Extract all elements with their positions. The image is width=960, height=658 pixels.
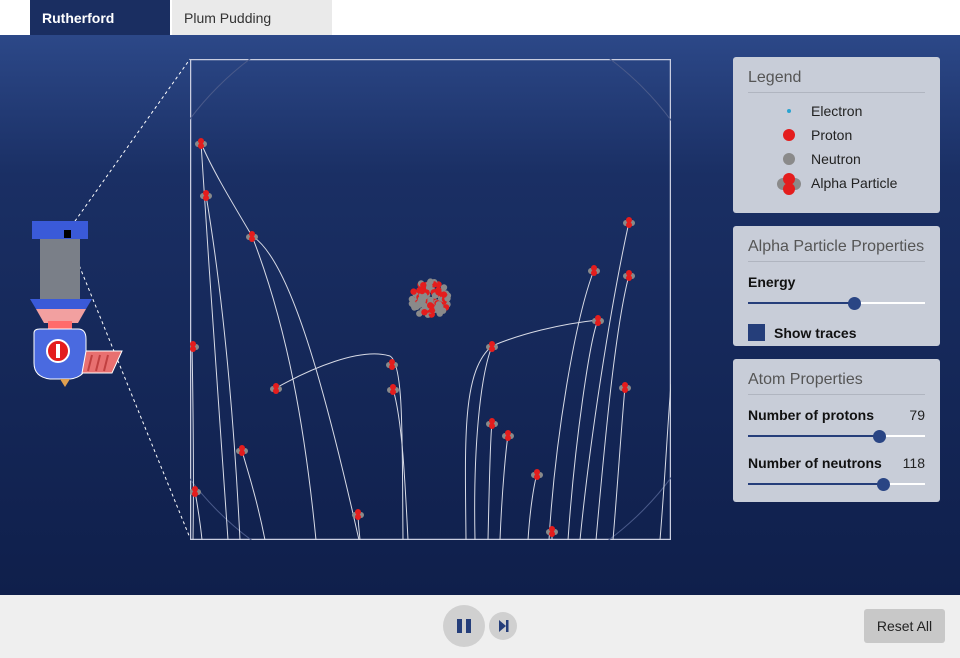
alpha-traces xyxy=(191,142,671,540)
alpha-particle-gun[interactable] xyxy=(30,221,125,396)
tab-plum-pudding-atom[interactable]: Plum Pudding Atom+ xyxy=(172,0,332,62)
protons-slider[interactable] xyxy=(748,429,925,443)
tab-bar: Rutherford Atom− Plum Pudding Atom+ xyxy=(0,0,960,62)
pause-button[interactable] xyxy=(443,605,485,647)
show-traces-checkbox[interactable] xyxy=(748,324,765,341)
neutron-icon xyxy=(783,153,795,165)
protons-row: Number of protons 79 xyxy=(748,407,925,427)
legend-item-alpha-particle: Alpha Particle xyxy=(748,171,925,195)
neutrons-slider[interactable] xyxy=(748,477,925,491)
simulation-area: Legend Electron Proton Neutron Alpha Par… xyxy=(0,35,960,595)
energy-slider[interactable] xyxy=(748,296,925,310)
nucleon xyxy=(418,287,426,295)
step-forward-icon xyxy=(499,620,509,632)
atom-properties-title: Atom Properties xyxy=(748,371,925,395)
electron-icon xyxy=(787,109,791,113)
legend-label: Proton xyxy=(811,127,853,143)
show-traces-label: Show traces xyxy=(774,325,857,341)
nucleon xyxy=(411,304,418,311)
slider-fill xyxy=(748,435,879,437)
alpha-particle xyxy=(190,341,199,352)
proton-icon xyxy=(783,129,795,141)
neutrons-label: Number of neutrons xyxy=(748,455,882,471)
neutrons-row: Number of neutrons 118 xyxy=(748,455,925,475)
alpha-particle xyxy=(387,384,399,395)
slider-fill xyxy=(748,483,883,485)
nucleon xyxy=(421,309,428,316)
alpha-particle xyxy=(623,270,635,281)
alpha-particle-properties-panel: Alpha Particle Properties Energy Show tr… xyxy=(733,226,940,346)
nucleon xyxy=(410,288,417,295)
nucleon xyxy=(440,291,448,298)
control-bar: Reset All xyxy=(0,595,960,658)
alpha-particle xyxy=(200,190,212,201)
alpha-particle xyxy=(486,418,498,429)
nucleon xyxy=(440,284,448,291)
alpha-particle xyxy=(623,217,635,228)
energy-slider-thumb[interactable] xyxy=(848,297,862,310)
nucleon xyxy=(427,302,434,309)
pause-icon xyxy=(457,619,471,633)
atom-properties-panel: Atom Properties Number of protons 79 Num… xyxy=(733,359,940,502)
tab-rutherford-atom[interactable]: Rutherford Atom− xyxy=(30,0,170,62)
alpha-particle xyxy=(236,445,248,456)
legend-label: Neutron xyxy=(811,151,861,167)
legend-label: Electron xyxy=(811,103,863,119)
protons-value: 79 xyxy=(909,407,925,423)
alpha-particle xyxy=(502,430,514,441)
legend-item-proton: Proton xyxy=(748,123,925,147)
alpha-particle xyxy=(270,383,282,394)
alpha-particle xyxy=(588,265,600,276)
alpha-particles xyxy=(190,138,635,537)
energy-label: Energy xyxy=(748,274,796,290)
neutrons-value: 118 xyxy=(902,455,925,471)
alpha-particle xyxy=(190,486,201,497)
neutrons-slider-thumb[interactable] xyxy=(876,478,890,491)
alpha-particle xyxy=(246,231,258,242)
nucleon xyxy=(427,278,434,285)
legend-item-neutron: Neutron xyxy=(748,147,925,171)
protons-slider-thumb[interactable] xyxy=(872,430,886,443)
legend-item-electron: Electron xyxy=(748,99,925,123)
nucleon xyxy=(435,301,443,308)
reset-all-button[interactable]: Reset All xyxy=(864,609,945,643)
slider-fill xyxy=(748,302,855,304)
alpha-particle xyxy=(195,138,207,149)
legend-panel: Legend Electron Proton Neutron Alpha Par… xyxy=(733,57,940,213)
alpha-particle xyxy=(531,469,543,480)
step-forward-button[interactable] xyxy=(489,612,517,640)
legend-label: Alpha Particle xyxy=(811,175,898,191)
energy-row: Energy xyxy=(748,274,925,294)
alpha-particle xyxy=(546,526,558,537)
protons-label: Number of protons xyxy=(748,407,874,423)
gold-nucleus xyxy=(408,278,452,318)
alpha-properties-title: Alpha Particle Properties xyxy=(748,238,925,262)
nucleon xyxy=(420,282,427,289)
alpha-particle-icon xyxy=(777,173,801,195)
show-traces-row[interactable]: Show traces xyxy=(748,324,925,342)
alpha-particle xyxy=(592,315,604,326)
alpha-particle xyxy=(619,382,631,393)
atom-viewport xyxy=(190,59,671,540)
legend-title: Legend xyxy=(748,69,925,93)
nucleon xyxy=(436,310,443,317)
